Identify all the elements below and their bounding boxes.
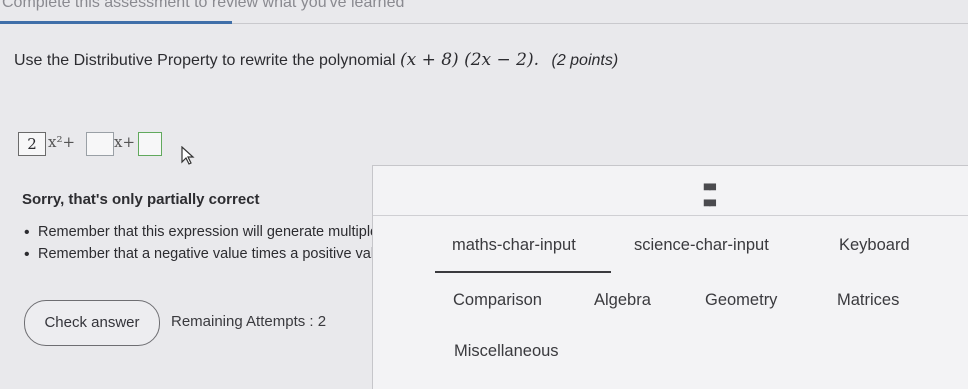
tab-keyboard[interactable]: Keyboard: [839, 236, 910, 255]
coefficient-box-x[interactable]: [86, 132, 114, 156]
coefficient-box-x2[interactable]: 2: [18, 132, 46, 156]
category-geometry[interactable]: Geometry: [705, 291, 777, 310]
check-answer-button[interactable]: Check answer: [24, 300, 160, 346]
banner-text: Complete this assessment to review what …: [2, 0, 405, 11]
term-x: x+: [114, 133, 136, 151]
hint-item: Remember that this expression will gener…: [24, 224, 372, 246]
category-algebra[interactable]: Algebra: [594, 291, 651, 310]
assessment-banner: Complete this assessment to review what …: [0, 0, 968, 20]
hint-item: Remember that a negative value times a p…: [24, 246, 372, 268]
remaining-attempts: Remaining Attempts : 2: [171, 313, 327, 330]
question-prompt: Use the Distributive Property to rewrite…: [14, 52, 396, 69]
math-keyboard-panel: ■■ ■■ maths-char-input science-char-input…: [372, 165, 968, 389]
tab-maths-char-input[interactable]: maths-char-input: [452, 236, 576, 255]
question-text: Use the Distributive Property to rewrite…: [14, 50, 618, 70]
mouse-pointer-icon: [181, 146, 195, 165]
hint-list: Remember that this expression will gener…: [24, 224, 372, 268]
banner-progress-underline: [0, 21, 232, 24]
category-comparison[interactable]: Comparison: [453, 291, 542, 310]
banner-divider: [232, 23, 968, 24]
drag-handle-icon[interactable]: ■■ ■■: [703, 178, 717, 210]
panel-divider: [373, 215, 968, 216]
active-tab-underline: [435, 271, 611, 273]
constant-box[interactable]: [138, 132, 162, 156]
feedback-title: Sorry, that's only partially correct: [22, 191, 260, 208]
category-matrices[interactable]: Matrices: [837, 291, 899, 310]
question-points: (2 points): [551, 52, 619, 69]
term-x-squared: x²+: [48, 133, 76, 151]
tab-science-char-input[interactable]: science-char-input: [634, 236, 769, 255]
category-miscellaneous[interactable]: Miscellaneous: [454, 342, 559, 361]
question-expression: (x + 8) (2x − 2).: [399, 50, 540, 70]
